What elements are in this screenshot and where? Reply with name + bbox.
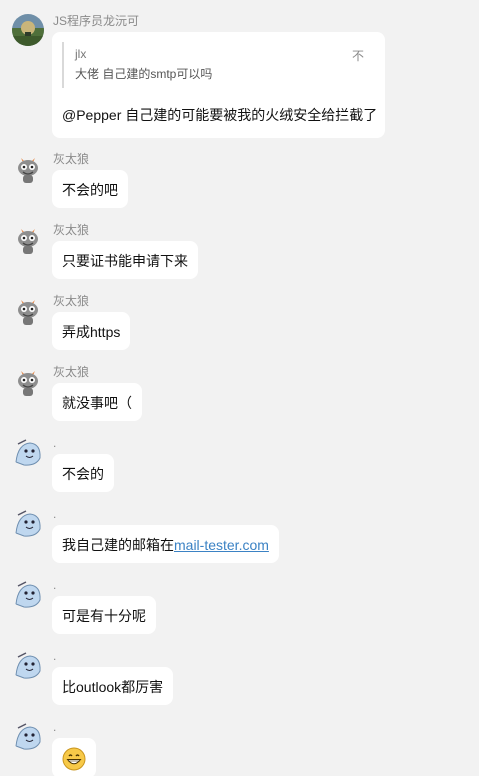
cartoon-seal-avatar[interactable] (12, 507, 44, 539)
message-text: 只要证书能申请下来 (62, 253, 188, 269)
cartoon-seal-avatar[interactable] (12, 649, 44, 681)
message-bubble[interactable]: 不会的吧 (52, 170, 128, 208)
sender-name: . (53, 578, 57, 592)
grey-wolf-avatar[interactable] (12, 152, 44, 184)
cartoon-seal-avatar[interactable] (12, 720, 44, 752)
quoted-message[interactable]: jlx 大佬 自己建的smtp可以吗 不 (62, 42, 364, 88)
grey-wolf-avatar[interactable] (12, 223, 44, 255)
message-bubble[interactable]: 我自己建的邮箱在mail-tester.com (52, 525, 279, 563)
cartoon-seal-avatar[interactable] (12, 578, 44, 610)
message-bubble[interactable]: 弄成https (52, 312, 131, 350)
chat-history[interactable]: JS程序员龙沅可 jlx 大佬 自己建的smtp可以吗 不 @Pepper 自己… (0, 0, 479, 776)
message-bubble[interactable]: 比outlook都厉害 (52, 667, 174, 705)
grey-wolf-avatar[interactable] (12, 294, 44, 326)
quote-action-label[interactable]: 不 (352, 46, 364, 66)
sender-name: . (53, 649, 57, 663)
quoted-text: 大佬 自己建的smtp可以吗 (75, 67, 213, 81)
sender-name: 灰太狼 (53, 223, 90, 237)
message-text: 不会的 (62, 466, 104, 482)
message-text: 我自己建的邮箱在 (62, 537, 174, 553)
landscape-photo-avatar[interactable] (12, 14, 44, 46)
message-bubble[interactable] (52, 738, 96, 776)
sender-name: 灰太狼 (53, 365, 90, 379)
sender-name: . (53, 720, 57, 734)
message-bubble[interactable]: 就没事吧（ (52, 383, 142, 421)
message-bubble[interactable]: 可是有十分呢 (52, 596, 156, 634)
mail-tester-link[interactable]: mail-tester.com (174, 537, 269, 553)
message-text: 就没事吧（ (62, 395, 132, 411)
quoted-sender: jlx (75, 47, 87, 61)
quoted-message-bubble[interactable]: jlx 大佬 自己建的smtp可以吗 不 @Pepper 自己建的可能要被我的火… (52, 32, 385, 138)
message-text: 比outlook都厉害 (62, 679, 164, 695)
message-bubble[interactable]: 只要证书能申请下来 (52, 241, 198, 279)
cartoon-seal-avatar[interactable] (12, 436, 44, 468)
message-text: @Pepper 自己建的可能要被我的火绒安全给拦截了 (62, 107, 378, 123)
message-text: 弄成https (62, 324, 121, 340)
sender-name: JS程序员龙沅可 (53, 14, 140, 28)
sender-name: 灰太狼 (53, 294, 90, 308)
grey-wolf-avatar[interactable] (12, 365, 44, 397)
sender-name: 灰太狼 (53, 152, 90, 166)
grinning-face-emoji (62, 747, 86, 776)
sender-name: . (53, 436, 57, 450)
message-text: 可是有十分呢 (62, 608, 146, 624)
sender-name: . (53, 507, 57, 521)
message-bubble[interactable]: 不会的 (52, 454, 114, 492)
message-text: 不会的吧 (62, 182, 118, 198)
